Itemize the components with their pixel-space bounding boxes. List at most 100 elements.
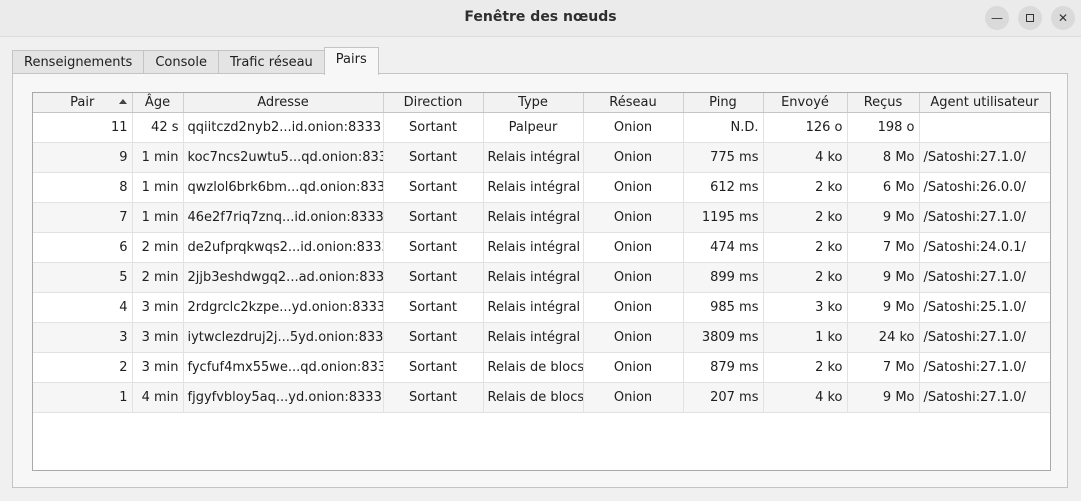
cell-pair: 2	[33, 352, 133, 383]
cell-pair: 5	[33, 262, 133, 293]
cell-network: Onion	[583, 202, 684, 233]
column-header-direction[interactable]: Direction	[383, 93, 484, 113]
column-header-recus[interactable]: Reçus	[847, 93, 920, 113]
cell-received: 7 Mo	[847, 232, 920, 263]
cell-pair: 11	[33, 112, 133, 143]
cell-received: 24 ko	[847, 322, 920, 353]
cell-age: 2 min	[132, 262, 184, 293]
table-row[interactable]: 14 min fjgyfvbloy5aq...yd.onion:8333 Sorta…	[33, 382, 1050, 413]
cell-received: 9 Mo	[847, 262, 920, 293]
cell-address: koc7ncs2uwtu5...qd.onion:8333	[183, 142, 384, 173]
cell-ping: 899 ms	[683, 262, 764, 293]
window-title: Fenêtre des nœuds	[464, 9, 617, 25]
column-header-ping[interactable]: Ping	[683, 93, 764, 113]
column-header-envoye[interactable]: Envoyé	[763, 93, 848, 113]
cell-age: 1 min	[132, 172, 184, 203]
cell-address: de2ufprqkwqs2...id.onion:8333	[183, 232, 384, 263]
column-header-agent-utilisateur[interactable]: Agent utilisateur	[919, 93, 1050, 113]
cell-user-agent: /Satoshi:27.1.0/	[919, 202, 1050, 233]
cell-received: 8 Mo	[847, 142, 920, 173]
cell-age: 2 min	[132, 232, 184, 263]
cell-user-agent: /Satoshi:24.0.1/	[919, 232, 1050, 263]
cell-received: 198 o	[847, 112, 920, 143]
cell-address: fycfuf4mx55we...qd.onion:8333	[183, 352, 384, 383]
cell-user-agent: /Satoshi:25.1.0/	[919, 292, 1050, 323]
column-header-age[interactable]: Âge	[132, 93, 184, 113]
cell-age: 4 min	[132, 382, 184, 413]
column-header-pair[interactable]: Pair	[33, 93, 133, 113]
column-header-reseau[interactable]: Réseau	[583, 93, 684, 113]
cell-type: Relais intégral	[483, 262, 584, 293]
tab-bar: Renseignements Console Trafic réseau Pai…	[12, 47, 379, 75]
cell-received: 6 Mo	[847, 172, 920, 203]
cell-sent: 2 ko	[763, 352, 848, 383]
cell-pair: 3	[33, 322, 133, 353]
cell-age: 3 min	[132, 292, 184, 323]
cell-address: 2rdgrclc2kzpe...yd.onion:8333	[183, 292, 384, 323]
maximize-button[interactable]	[1018, 6, 1042, 30]
tab-pairs[interactable]: Pairs	[323, 47, 379, 75]
peers-table-container[interactable]: Pair Âge Adresse Direction Type Réseau P…	[32, 92, 1051, 471]
close-icon: ✕	[1057, 11, 1069, 25]
cell-type: Relais intégral	[483, 232, 584, 263]
table-row[interactable]: 11 42 s qqiitczd2nyb2...id.onion:8333 Sorta…	[33, 112, 1050, 143]
cell-type: Relais intégral	[483, 202, 584, 233]
cell-address: qqiitczd2nyb2...id.onion:8333	[183, 112, 384, 143]
cell-pair: 4	[33, 292, 133, 323]
tab-console[interactable]: Console	[143, 50, 219, 75]
peers-table: Pair Âge Adresse Direction Type Réseau P…	[33, 93, 1050, 413]
cell-sent: 2 ko	[763, 202, 848, 233]
minimize-button[interactable]: —	[985, 6, 1009, 30]
cell-user-agent: /Satoshi:27.1.0/	[919, 322, 1050, 353]
peers-window: Fenêtre des nœuds — ✕ Renseignements Con…	[0, 0, 1081, 501]
cell-direction: Sortant	[383, 142, 484, 173]
tab-trafic-reseau[interactable]: Trafic réseau	[217, 50, 325, 75]
cell-network: Onion	[583, 232, 684, 263]
title-bar[interactable]: Fenêtre des nœuds — ✕	[0, 0, 1081, 37]
cell-received: 9 Mo	[847, 202, 920, 233]
cell-ping: 1195 ms	[683, 202, 764, 233]
maximize-icon	[1026, 14, 1034, 22]
cell-type: Relais intégral	[483, 172, 584, 203]
cell-pair: 6	[33, 232, 133, 263]
cell-address: 46e2f7riq7znq...id.onion:8333	[183, 202, 384, 233]
cell-sent: 2 ko	[763, 262, 848, 293]
cell-address: iytwclezdruj2j...5yd.onion:8333	[183, 322, 384, 353]
cell-sent: 1 ko	[763, 322, 848, 353]
tab-renseignements[interactable]: Renseignements	[12, 50, 145, 75]
cell-user-agent: /Satoshi:27.1.0/	[919, 142, 1050, 173]
column-header-type[interactable]: Type	[483, 93, 584, 113]
cell-ping: N.D.	[683, 112, 764, 143]
cell-user-agent	[919, 112, 1050, 143]
peer-rows: 11 42 s qqiitczd2nyb2...id.onion:8333 Sorta…	[33, 112, 1050, 413]
cell-direction: Sortant	[383, 382, 484, 413]
cell-address: 2jjb3eshdwgq2...ad.onion:8333	[183, 262, 384, 293]
close-button[interactable]: ✕	[1051, 6, 1075, 30]
cell-network: Onion	[583, 172, 684, 203]
cell-sent: 4 ko	[763, 382, 848, 413]
cell-type: Palpeur	[483, 112, 584, 143]
table-row[interactable]: 81 min qwzlol6brk6bm...qd.onion:8333 Sorta…	[33, 172, 1050, 203]
cell-direction: Sortant	[383, 202, 484, 233]
table-row[interactable]: 62 min de2ufprqkwqs2...id.onion:8333 Sorta…	[33, 232, 1050, 263]
cell-direction: Sortant	[383, 232, 484, 263]
cell-type: Relais de blocs	[483, 352, 584, 383]
table-row[interactable]: 52 min 2jjb3eshdwgq2...ad.onion:8333 Sorta…	[33, 262, 1050, 293]
cell-age: 3 min	[132, 352, 184, 383]
cell-user-agent: /Satoshi:27.1.0/	[919, 352, 1050, 383]
table-row[interactable]: 43 min 2rdgrclc2kzpe...yd.onion:8333 Sorta…	[33, 292, 1050, 323]
table-row[interactable]: 71 min 46e2f7riq7znq...id.onion:8333 Sorta…	[33, 202, 1050, 233]
cell-pair: 9	[33, 142, 133, 173]
cell-user-agent: /Satoshi:27.1.0/	[919, 262, 1050, 293]
cell-ping: 775 ms	[683, 142, 764, 173]
cell-type: Relais de blocs	[483, 382, 584, 413]
table-row[interactable]: 23 min fycfuf4mx55we...qd.onion:8333 Sorta…	[33, 352, 1050, 383]
column-header-adresse[interactable]: Adresse	[183, 93, 384, 113]
cell-user-agent: /Satoshi:27.1.0/	[919, 382, 1050, 413]
cell-type: Relais intégral	[483, 292, 584, 323]
table-row[interactable]: 33 min iytwclezdruj2j...5yd.onion:8333 Sor…	[33, 322, 1050, 353]
cell-age: 1 min	[132, 202, 184, 233]
sort-ascending-icon	[118, 99, 127, 104]
cell-network: Onion	[583, 292, 684, 323]
table-row[interactable]: 91 min koc7ncs2uwtu5...qd.onion:8333 Sorta…	[33, 142, 1050, 173]
